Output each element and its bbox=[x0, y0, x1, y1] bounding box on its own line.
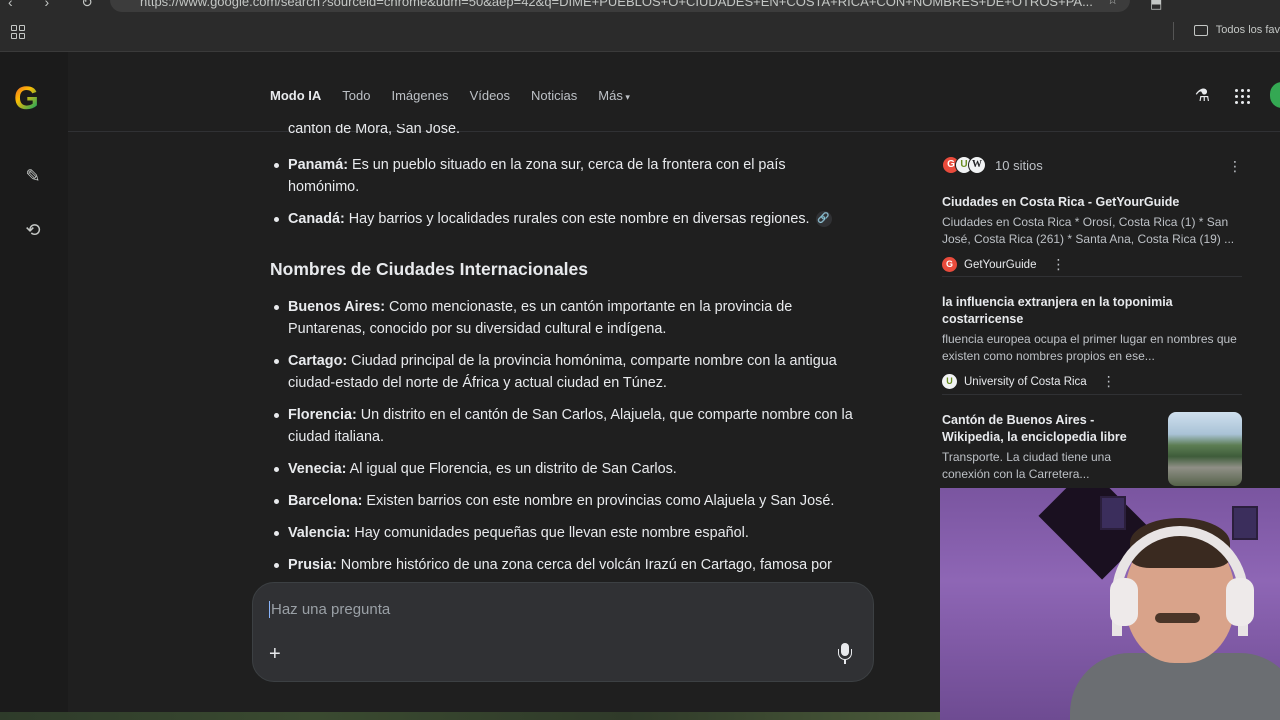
site-name: GetYourGuide bbox=[964, 258, 1037, 271]
item-text: Ciudad principal de la provincia homónim… bbox=[288, 353, 837, 391]
tab-imagenes[interactable]: Imágenes bbox=[391, 88, 448, 103]
google-apps-icon[interactable] bbox=[1235, 89, 1250, 104]
history-icon[interactable]: ⟲ bbox=[22, 220, 44, 242]
browser-toolbar: ‹ › ↻ https://www.google.com/search?sour… bbox=[0, 0, 1280, 12]
section-heading: Nombres de Ciudades Internacionales bbox=[270, 259, 589, 279]
source-site: U University of Costa Rica ⋮ bbox=[942, 373, 1242, 390]
source-snippet: fluencia europea ocupa el primer lugar e… bbox=[942, 332, 1237, 363]
folder-icon bbox=[1193, 24, 1208, 36]
source-title[interactable]: la influencia extranjera en la toponimia… bbox=[942, 294, 1242, 328]
tab-todo[interactable]: Todo bbox=[342, 88, 370, 103]
favicon-wikipedia: W bbox=[968, 156, 986, 174]
item-text: Existen barrios con este nombre en provi… bbox=[362, 493, 835, 509]
more-vert-icon[interactable]: ⋮ bbox=[1051, 256, 1065, 273]
search-tabs: Modo IA Todo Imágenes Vídeos Noticias Má… bbox=[270, 88, 651, 103]
source-snippet: Transporte. La ciudad tiene una conexión… bbox=[942, 450, 1112, 481]
nav-arrows[interactable]: ‹ › ↻ bbox=[8, 0, 107, 11]
list-item: Venecia: Al igual que Florencia, es un d… bbox=[270, 458, 860, 480]
sidebar: G ✎ ⟲ bbox=[0, 52, 68, 720]
item-text: Nombre histórico de una zona cerca del v… bbox=[336, 557, 832, 573]
item-name: Canadá: bbox=[288, 211, 345, 227]
item-name: Barcelona: bbox=[288, 493, 363, 509]
source-thumbnail[interactable] bbox=[1168, 412, 1242, 486]
item-name: Valencia: bbox=[288, 525, 351, 541]
list-item: Valencia: Hay comunidades pequeñas que l… bbox=[270, 522, 860, 544]
google-g-icon[interactable]: G bbox=[14, 80, 52, 116]
more-vert-icon[interactable]: ⋮ bbox=[1102, 373, 1116, 390]
bookmarks-separator bbox=[1173, 22, 1174, 40]
answer-fragment: cantón de Mora, San José. bbox=[288, 124, 460, 137]
answer-list-2: Buenos Aires: Como mencionaste, es un ca… bbox=[270, 296, 860, 576]
avatar[interactable] bbox=[1270, 82, 1280, 108]
list-item: Cartago: Ciudad principal de la provinci… bbox=[270, 350, 860, 394]
site-favicon: U bbox=[942, 374, 957, 389]
mic-icon[interactable] bbox=[837, 643, 853, 665]
bookmark-star-icon[interactable]: ☆ bbox=[1107, 0, 1118, 7]
sources-header[interactable]: G U W 10 sitios bbox=[942, 156, 1043, 174]
top-bar: Modo IA Todo Imágenes Vídeos Noticias Má… bbox=[68, 52, 1280, 132]
all-bookmarks-button[interactable]: Todos los fav bbox=[1193, 24, 1280, 36]
source-card[interactable]: Cantón de Buenos Aires - Wikipedia, la e… bbox=[942, 412, 1242, 486]
item-name: Buenos Aires: bbox=[288, 299, 386, 315]
ai-answer: cantón de Mora, San José. Panamá: Es un … bbox=[270, 124, 860, 634]
plus-icon[interactable]: + bbox=[269, 643, 281, 666]
labs-flask-icon[interactable]: ⚗ bbox=[1195, 86, 1210, 106]
item-name: Panamá: bbox=[288, 157, 348, 173]
item-text: Es un pueblo situado en la zona sur, cer… bbox=[288, 157, 786, 195]
webcam-overlay bbox=[940, 488, 1280, 720]
all-bookmarks-label: Todos los fav bbox=[1215, 24, 1280, 36]
new-chat-icon[interactable]: ✎ bbox=[22, 166, 44, 188]
source-title[interactable]: Cantón de Buenos Aires - Wikipedia, la e… bbox=[942, 412, 1156, 446]
list-item: Canadá: Hay barrios y localidades rurale… bbox=[270, 208, 860, 230]
person-shirt bbox=[1070, 653, 1280, 720]
list-item: Prusia: Nombre histórico de una zona cer… bbox=[270, 554, 860, 576]
list-item: Panamá: Es un pueblo situado en la zona … bbox=[270, 154, 860, 198]
tab-mas[interactable]: Más bbox=[598, 88, 630, 103]
list-item: Florencia: Un distrito en el cantón de S… bbox=[270, 404, 860, 448]
list-item: Buenos Aires: Como mencionaste, es un ca… bbox=[270, 296, 860, 340]
item-name: Prusia: bbox=[288, 557, 337, 573]
site-name: University of Costa Rica bbox=[964, 375, 1087, 388]
sources-count: 10 sitios bbox=[995, 157, 1043, 173]
source-card[interactable]: la influencia extranjera en la toponimia… bbox=[942, 294, 1242, 390]
wall-art bbox=[1100, 496, 1126, 530]
headphone-left bbox=[1110, 578, 1138, 626]
item-name: Florencia: bbox=[288, 407, 357, 423]
item-text: Al igual que Florencia, es un distrito d… bbox=[346, 461, 677, 477]
ask-box[interactable]: Haz una pregunta + bbox=[252, 582, 874, 682]
wall-art bbox=[1232, 506, 1258, 540]
ask-input[interactable]: Haz una pregunta bbox=[269, 601, 390, 618]
apps-icon[interactable] bbox=[11, 25, 25, 39]
item-name: Venecia: bbox=[288, 461, 347, 477]
item-text: Hay comunidades pequeñas que llevan este… bbox=[350, 525, 749, 541]
bottom-strip bbox=[0, 712, 940, 720]
tab-modo-ia[interactable]: Modo IA bbox=[270, 88, 321, 103]
address-bar[interactable]: https://www.google.com/search?sourceid=c… bbox=[110, 0, 1130, 12]
tab-videos[interactable]: Vídeos bbox=[470, 88, 510, 103]
headphone-right bbox=[1226, 578, 1254, 626]
source-site: G GetYourGuide ⋮ bbox=[942, 256, 1242, 273]
site-favicon: G bbox=[942, 257, 957, 272]
item-text: Hay barrios y localidades rurales con es… bbox=[344, 211, 810, 227]
extension-icon[interactable]: ⬒ bbox=[1150, 0, 1162, 12]
link-icon[interactable]: 🔗 bbox=[815, 211, 832, 228]
bookmarks-bar: Todos los fav bbox=[0, 12, 1280, 52]
source-card[interactable]: Ciudades en Costa Rica - GetYourGuide Ci… bbox=[942, 194, 1242, 273]
divider bbox=[942, 276, 1242, 277]
divider bbox=[942, 394, 1242, 395]
tab-noticias[interactable]: Noticias bbox=[531, 88, 577, 103]
list-item: Barcelona: Existen barrios con este nomb… bbox=[270, 490, 860, 512]
address-bar-url: https://www.google.com/search?sourceid=c… bbox=[140, 0, 1093, 9]
item-text: Un distrito en el cantón de San Carlos, … bbox=[288, 407, 853, 445]
item-name: Cartago: bbox=[288, 353, 348, 369]
source-title[interactable]: Ciudades en Costa Rica - GetYourGuide bbox=[942, 194, 1242, 211]
answer-list-1: Panamá: Es un pueblo situado en la zona … bbox=[270, 154, 860, 230]
more-vert-icon[interactable]: ⋮ bbox=[1228, 158, 1242, 175]
source-snippet: Ciudades en Costa Rica * Orosí, Costa Ri… bbox=[942, 215, 1235, 246]
